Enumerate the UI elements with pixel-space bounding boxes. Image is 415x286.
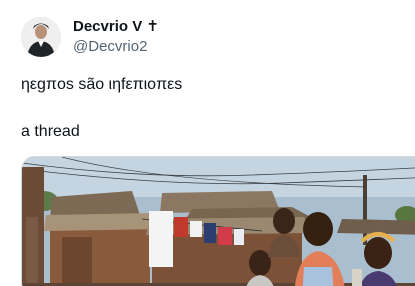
tweet-text: ηεgπos são ιηfεπιoπεs — [21, 76, 183, 93]
author-display-name[interactable]: Decvrio V ✝ — [73, 18, 159, 36]
tweet[interactable]: Decvrio V ✝ @Decvrio2 ηεgπos são ιηfεπιo… — [0, 0, 415, 286]
avatar-image — [21, 17, 61, 57]
tweet-photo[interactable] — [21, 156, 415, 286]
author-handle[interactable]: @Decvrio2 — [73, 38, 147, 56]
avatar[interactable] — [21, 17, 61, 57]
photo-scene — [22, 157, 415, 286]
tweet-text-thread: a thread — [21, 123, 80, 140]
